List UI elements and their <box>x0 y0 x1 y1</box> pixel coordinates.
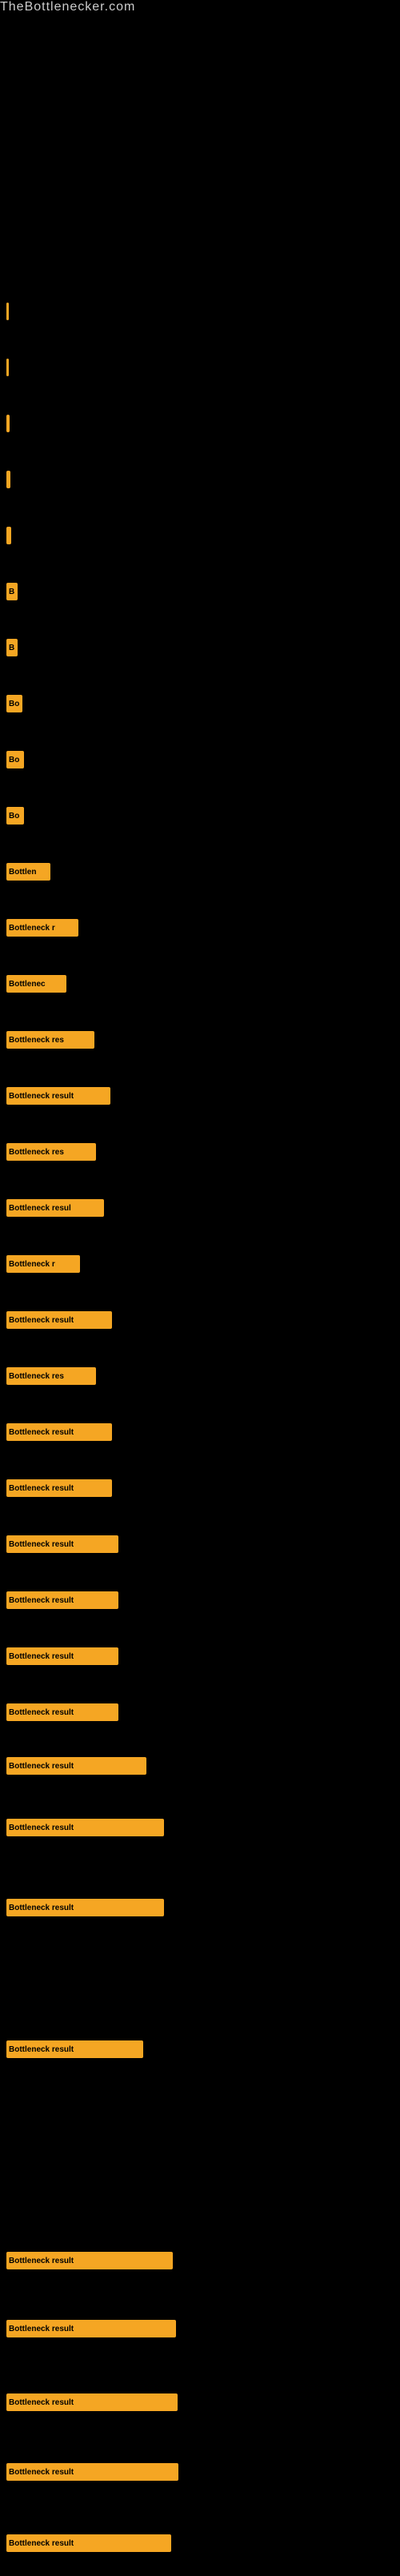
bar-label: Bottleneck result <box>9 1540 74 1549</box>
bottleneck-bar: B <box>6 583 18 600</box>
bottleneck-bar: Bottleneck result <box>6 1479 112 1497</box>
bottleneck-bar <box>6 303 9 320</box>
bottleneck-bar <box>6 359 9 376</box>
bottleneck-bar: Bo <box>6 807 24 825</box>
bar-label: Bottleneck result <box>9 1428 74 1437</box>
bottleneck-bar: Bottleneck result <box>6 1703 118 1721</box>
bottleneck-bar: Bottleneck result <box>6 1757 146 1775</box>
bar-label: Bottlenec <box>9 980 46 989</box>
bar-label: Bottleneck res <box>9 1036 64 1045</box>
bar-label: Bottlen <box>9 868 36 877</box>
bottleneck-bar: B <box>6 639 18 656</box>
bar-label: Bottleneck result <box>9 2398 74 2407</box>
bar-label: Bottleneck result <box>9 2045 74 2054</box>
bottleneck-bar: Bottleneck result <box>6 2252 173 2269</box>
bottleneck-bar <box>6 415 10 432</box>
bar-label: B <box>9 588 14 596</box>
bottleneck-bar: Bottleneck result <box>6 1899 164 1916</box>
bottleneck-bar: Bottleneck resul <box>6 1199 104 1217</box>
bar-label: Bottleneck r <box>9 1260 55 1269</box>
bottleneck-bar: Bottleneck result <box>6 2534 171 2552</box>
bottleneck-bar: Bo <box>6 751 24 768</box>
bottleneck-bar: Bottleneck result <box>6 1647 118 1665</box>
bar-label: Bottleneck result <box>9 2325 74 2333</box>
bottleneck-bar <box>6 527 11 544</box>
site-title: TheBottlenecker.com <box>0 0 400 14</box>
bar-label: Bo <box>9 700 19 708</box>
bottleneck-bar: Bottlen <box>6 863 50 881</box>
bottleneck-bar: Bottleneck res <box>6 1143 96 1161</box>
bar-label: Bottleneck result <box>9 1904 74 1912</box>
bottleneck-bar: Bottleneck result <box>6 1535 118 1553</box>
bottleneck-bar: Bottleneck result <box>6 1819 164 1836</box>
bottleneck-bar: Bottleneck r <box>6 1255 80 1273</box>
bottleneck-bar: Bottleneck result <box>6 1423 112 1441</box>
bar-label: Bottleneck resul <box>9 1204 71 1213</box>
bottleneck-bar: Bottleneck result <box>6 2463 178 2481</box>
bar-label: B <box>9 644 14 652</box>
bar-label: Bottleneck result <box>9 1484 74 1493</box>
bottleneck-bar <box>6 471 10 488</box>
bottleneck-bar: Bottlenec <box>6 975 66 993</box>
bottleneck-bar: Bottleneck result <box>6 1087 110 1105</box>
bottleneck-bar: Bottleneck result <box>6 2393 178 2411</box>
bar-label: Bottleneck result <box>9 1762 74 1771</box>
bar-label: Bottleneck result <box>9 1652 74 1661</box>
bar-label: Bottleneck result <box>9 1316 74 1325</box>
bottleneck-bar: Bottleneck res <box>6 1367 96 1385</box>
bar-label: Bottleneck r <box>9 924 55 933</box>
bar-label: Bottleneck res <box>9 1372 64 1381</box>
bar-label: Bottleneck res <box>9 1148 64 1157</box>
bars-container: B B Bo Bo Bo Bottlen Bottleneck r Bottlenec Bott… <box>0 14 400 2576</box>
bar-label: Bo <box>9 756 19 764</box>
bottleneck-bar: Bottleneck result <box>6 2320 176 2337</box>
bar-label: Bottleneck result <box>9 1596 74 1605</box>
bottleneck-bar: Bo <box>6 695 22 712</box>
bottleneck-bar: Bottleneck r <box>6 919 78 937</box>
bottleneck-bar: Bottleneck result <box>6 2040 143 2058</box>
bar-label: Bo <box>9 812 19 821</box>
bar-label: Bottleneck result <box>9 1824 74 1832</box>
bar-label: Bottleneck result <box>9 2257 74 2265</box>
bar-label: Bottleneck result <box>9 2468 74 2477</box>
bar-label: Bottleneck result <box>9 1092 74 1101</box>
bottleneck-bar: Bottleneck result <box>6 1311 112 1329</box>
bottleneck-bar: Bottleneck res <box>6 1031 94 1049</box>
bottleneck-bar: Bottleneck result <box>6 1591 118 1609</box>
bar-label: Bottleneck result <box>9 2539 74 2548</box>
bar-label: Bottleneck result <box>9 1708 74 1717</box>
